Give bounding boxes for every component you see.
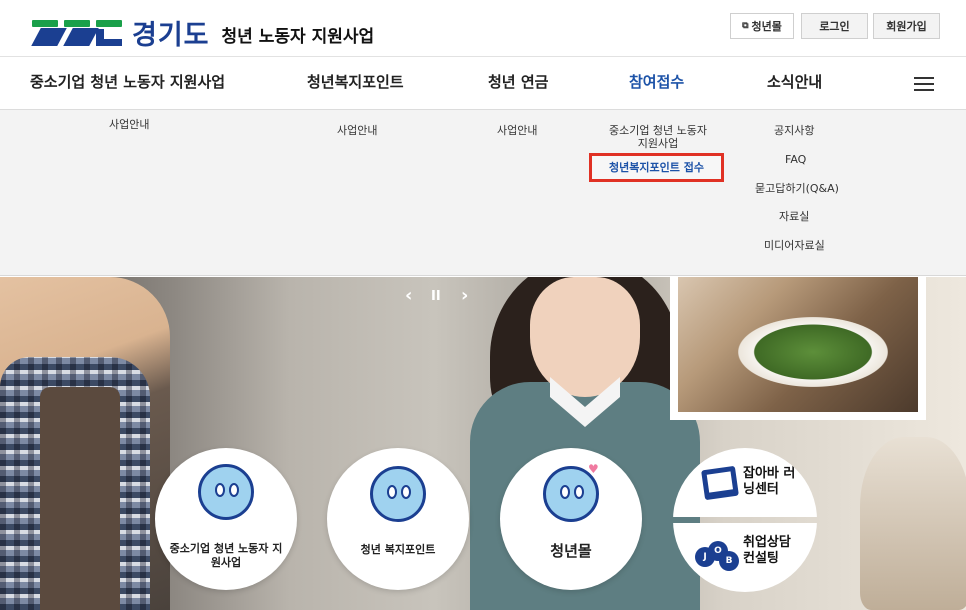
quick-jobaba-learning[interactable]: 잡아바 러닝센터 (673, 448, 817, 517)
nav-welfare-point[interactable]: 청년복지포인트 (307, 71, 404, 92)
submenu-item[interactable]: 사업안내 (109, 118, 149, 131)
nav-sme-youth-worker[interactable]: 중소기업 청년 노동자 지원사업 (30, 71, 225, 92)
quick-jobaba-label: 잡아바 러닝센터 (743, 466, 796, 497)
main-nav: 중소기업 청년 노동자 지원사업 청년복지포인트 청년 연금 참여접수 소식안내 (0, 57, 966, 110)
submenu-item[interactable]: 묻고답하기(Q&A) (755, 182, 839, 195)
mascot-icon (370, 466, 426, 522)
top-header: 경기도 청년 노동자 지원사업 ⧉ 청년몰 로그인 회원가입 (0, 0, 966, 57)
quick-welfare-point-label: 청년 복지포인트 (360, 543, 436, 556)
signup-button[interactable]: 회원가입 (873, 13, 940, 39)
nav-application[interactable]: 참여접수 (629, 71, 684, 92)
hero-photo-pottery (860, 437, 966, 610)
submenu-item[interactable]: 미디어자료실 (764, 239, 825, 252)
quick-career-consulting[interactable]: J O B 취업상담 컨설팅 (673, 523, 817, 592)
submenu-welfare-point-apply[interactable]: 청년복지포인트 접수 (589, 153, 724, 182)
quick-split-circle: 잡아바 러닝센터 J O B 취업상담 컨설팅 (673, 448, 817, 592)
submenu-item[interactable]: 사업안내 (497, 124, 537, 137)
nav-news[interactable]: 소식안내 (767, 71, 822, 92)
quick-welfare-point[interactable]: 청년 복지포인트 (327, 448, 469, 590)
hero-photo-chef (670, 277, 926, 420)
youth-mall-link[interactable]: ⧉ 청년몰 (730, 13, 794, 39)
nav-youth-pension[interactable]: 청년 연금 (488, 71, 548, 92)
heart-icon: ♥ (588, 462, 599, 476)
gyeonggi-logo-mark-icon (31, 16, 124, 50)
logo-text: 경기도 (132, 20, 210, 51)
quick-sme-support-label: 중소기업 청년 노동자 지원사업 (169, 542, 283, 569)
submenu-item[interactable]: 자료실 (779, 210, 809, 223)
submenu-item[interactable]: FAQ (785, 153, 806, 166)
youth-mall-label: 청년몰 (751, 20, 782, 33)
mascot-icon (198, 464, 254, 520)
external-link-icon: ⧉ (742, 21, 749, 31)
menu-icon[interactable] (914, 77, 934, 93)
submenu-item[interactable]: 사업안내 (337, 124, 377, 137)
submenu-item[interactable]: 중소기업 청년 노동자 지원사업 (607, 124, 709, 150)
gyeonggi-logo[interactable]: 경기도 청년 노동자 지원사업 (31, 13, 375, 52)
notepad-icon (701, 465, 739, 501)
login-button[interactable]: 로그인 (801, 13, 868, 39)
slider-next-button[interactable]: › (461, 285, 468, 306)
quick-youth-mall[interactable]: ♥ 청년몰 (500, 448, 642, 590)
quick-sme-support[interactable]: 중소기업 청년 노동자 지원사업 (155, 448, 297, 590)
quick-youth-mall-label: 청년몰 (550, 542, 592, 560)
site-title: 청년 노동자 지원사업 (221, 27, 375, 47)
mega-dropdown: 사업안내 사업안내 사업안내 중소기업 청년 노동자 지원사업 청년복지포인트 … (0, 110, 966, 276)
slider-prev-button[interactable]: ‹ (405, 285, 412, 306)
submenu-item[interactable]: 공지사항 (774, 124, 814, 137)
quick-consulting-label: 취업상담 컨설팅 (743, 535, 791, 566)
slider-pause-button[interactable]: II (431, 289, 441, 304)
hero-banner (0, 277, 966, 610)
job-badge-icon: J O B (695, 541, 739, 577)
